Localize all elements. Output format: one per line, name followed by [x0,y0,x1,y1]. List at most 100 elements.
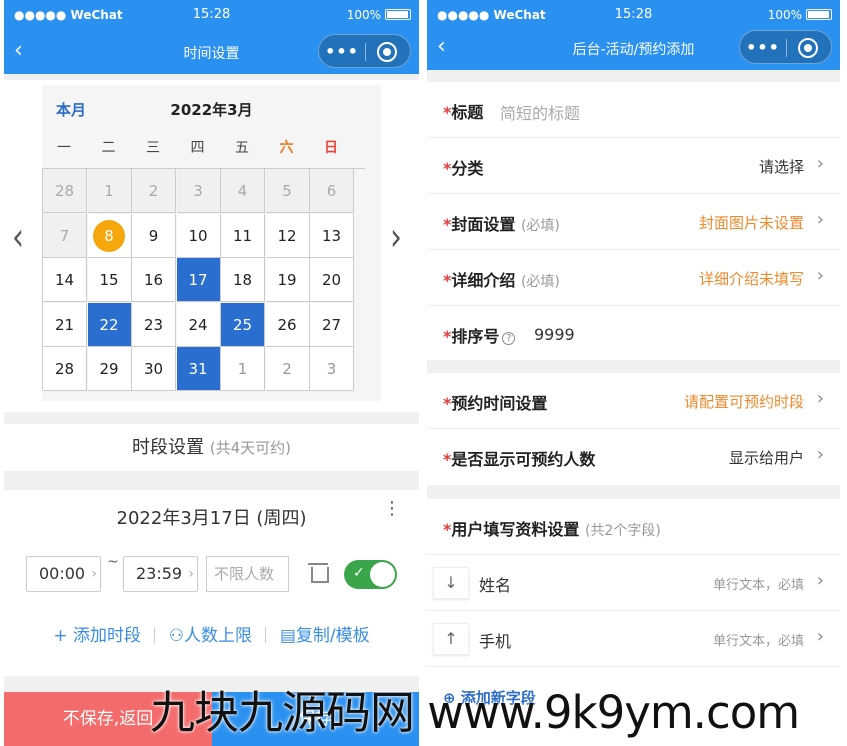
calendar-day[interactable]: 3 [310,347,354,391]
battery-indicator: 100% [768,8,832,22]
weekday-label: 一 [57,140,71,156]
calendar-day[interactable]: 24 [176,302,221,347]
field-type: 单行文本，必填 [712,578,804,593]
weekday-label: 五 [235,140,249,156]
calendar-day[interactable]: 20 [310,258,354,302]
time-setting-row[interactable]: *预约时间设置 请配置可预约时段 › [427,373,840,429]
calendar-day[interactable]: 11 [221,213,265,258]
category-row[interactable]: *分类 请选择 › [427,138,840,194]
title-input[interactable]: 简短的标题 [500,100,580,124]
add-slot-button[interactable]: + 添加时段 [53,626,141,646]
calendar-card: ‹ › 本月 2022年3月 一二三四五六日 28 1 2 3 4 5 6 7 8 9 10 11 12… [4,80,419,412]
mini-program-capsule: ••• [318,34,411,68]
field-name: 手机 [479,632,512,651]
calendar-day[interactable]: 13 [310,213,354,258]
battery-icon [385,9,411,20]
calendar-day[interactable]: 9 [132,213,176,258]
calendar-day[interactable]: 1 [221,347,265,391]
calendar: 本月 2022年3月 一二三四五六日 28 1 2 3 4 5 6 7 8 9 10 11 12 13 14… [42,85,381,401]
calendar-day[interactable]: 1 [87,169,132,213]
calendar-day[interactable]: 28 [43,169,87,213]
title-row[interactable]: *标题 简短的标题 [427,82,840,138]
move-down-icon[interactable]: ↓ [433,567,469,599]
battery-level: 100% [346,8,381,22]
calendar-day[interactable]: 16 [132,258,176,302]
trash-icon[interactable] [308,563,329,583]
slot-enabled-toggle[interactable]: ✓ [344,560,397,589]
calendar-day[interactable]: 28 [43,347,87,391]
start-time-value: 00:00 [39,564,86,583]
detail-row[interactable]: *详细介绍 (必填) 详细介绍未填写 › [427,250,840,306]
calendar-day[interactable]: 3 [176,169,221,213]
capacity-limit-button[interactable]: ⚇人数上限 [169,626,252,646]
order-input[interactable]: 9999 [534,325,575,344]
calendar-day[interactable]: 17 [176,258,221,302]
mini-program-capsule: ••• [739,30,832,64]
capsule-divider [786,39,787,57]
period-header: 时段设置 (共4天可约) [4,424,419,471]
chevron-right-icon: › [816,444,824,465]
slot-date: 2022年3月17日 (周四) [116,508,307,529]
category-label: *分类 [443,159,484,178]
field-row-phone[interactable]: ↑ 手机 单行文本，必填 › [427,611,840,667]
calendar-day[interactable]: 30 [132,347,176,391]
calendar-day[interactable]: 4 [221,169,265,213]
calendar-day[interactable]: 6 [310,169,354,213]
end-time-value: 23:59 [136,564,183,583]
calendar-day[interactable]: 21 [43,302,87,347]
more-menu-icon[interactable]: ••• [740,38,786,57]
field-name: 姓名 [479,576,512,595]
fields-header-row: *用户填写资料设置 (共2个字段) [427,499,840,555]
calendar-day[interactable]: 31 [176,347,221,391]
time-setting-value: 请配置可预约时段 [683,393,804,411]
calendar-grid: 28 1 2 3 4 5 6 7 8 9 10 11 12 13 14 15 16 17 18 19 20 21 22 23 2… [42,168,365,391]
calendar-day[interactable]: 29 [87,347,132,391]
calendar-day[interactable]: 25 [221,302,265,347]
copy-template-button[interactable]: ▤复制/模板 [280,626,370,646]
calendar-day[interactable]: 19 [265,258,310,302]
close-miniprogram-icon[interactable] [798,38,818,58]
calendar-day[interactable]: 2 [132,169,176,213]
capacity-input[interactable]: 不限人数 [206,556,289,592]
prev-month-icon[interactable]: ‹ [12,215,24,261]
calendar-day[interactable]: 10 [176,213,221,258]
battery-level: 100% [767,8,802,22]
calendar-day[interactable]: 18 [221,258,265,302]
slot-actions: + 添加时段 ⚇人数上限 ▤复制/模板 [4,621,419,646]
order-row[interactable]: *排序号? 9999 [427,306,840,362]
weekday-label: 日 [324,140,338,156]
calendar-day[interactable]: 22 [87,302,132,347]
field-row-name[interactable]: ↓ 姓名 单行文本，必填 › [427,555,840,611]
calendar-day[interactable]: 26 [265,302,310,347]
calendar-day[interactable]: 14 [43,258,87,302]
cover-value: 封面图片未设置 [698,214,804,232]
battery-indicator: 100% [347,8,411,22]
period-label: 时段设置 [132,437,204,458]
calendar-day[interactable]: 2 [265,347,310,391]
time-setting-label: *预约时间设置 [443,394,548,413]
move-up-icon[interactable]: ↑ [433,623,469,655]
copy-icon: ▤ [279,626,296,646]
show-count-row[interactable]: *是否显示可预约人数 显示给用户 › [427,429,840,485]
close-miniprogram-icon[interactable] [377,42,397,62]
calendar-day[interactable]: 15 [87,258,132,302]
time-settings-screen: ●●●●● WeChat 15:28 100% ‹ 时间设置 ••• ‹ › 本… [4,0,419,746]
start-time-picker[interactable]: 00:00 › [26,556,101,592]
calendar-day[interactable]: 5 [265,169,310,213]
calendar-day[interactable]: 8 [87,213,132,258]
calendar-day[interactable]: 23 [132,302,176,347]
activity-add-screen: ●●●●● WeChat 15:28 100% ‹ 后台-活动/预约添加 •••… [427,0,840,746]
calendar-day[interactable]: 27 [310,302,354,347]
end-time-picker[interactable]: 23:59 › [123,556,198,592]
field-type: 单行文本，必填 [712,634,804,649]
next-month-icon[interactable]: › [390,215,402,261]
chevron-right-icon: › [816,570,824,591]
kebab-menu-icon[interactable]: ⋮ [383,500,401,518]
calendar-day[interactable]: 7 [43,213,87,258]
more-menu-icon[interactable]: ••• [319,42,365,61]
cover-row[interactable]: *封面设置 (必填) 封面图片未设置 › [427,194,840,250]
copy-template-label: 复制/模板 [295,626,370,646]
help-icon: ? [502,332,516,345]
chevron-right-icon: › [188,566,194,582]
calendar-day[interactable]: 12 [265,213,310,258]
